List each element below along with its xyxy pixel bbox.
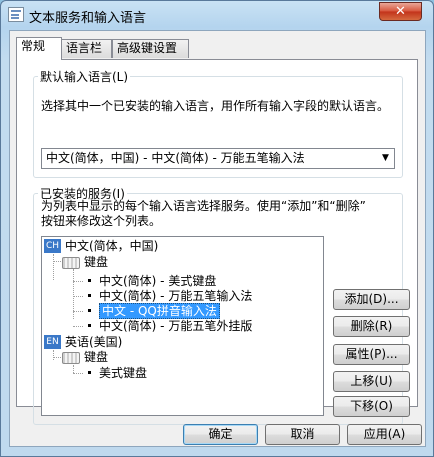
cancel-button[interactable]: 取消 — [265, 424, 340, 445]
tab-language-bar[interactable]: 语言栏 — [61, 39, 112, 58]
remove-button[interactable]: 删除(R) — [333, 316, 410, 337]
language-badge-en: EN — [44, 335, 61, 349]
add-button[interactable]: 添加(D)... — [333, 289, 410, 310]
tree-service-item[interactable]: 美式键盘 — [88, 365, 147, 381]
default-language-selected: 中文(简体，中国) - 中文(简体) - 万能五笔输入法 — [46, 151, 305, 165]
tree-language-chinese-label: 中文(简体，中国) — [65, 239, 159, 253]
keyboard-icon — [62, 257, 80, 269]
dialog-body: 常规 语言栏 高级键设置 默认输入语言(L) 选择其中一个已安装的输入语言，用作… — [9, 30, 426, 447]
installed-services-description-line1: 为列表中显示的每个输入语言选择服务。使用“添加”和“删除” — [41, 199, 366, 213]
default-language-group-title: 默认输入语言(L) — [38, 68, 131, 85]
services-tree[interactable]: CH 中文(简体，中国) 键盘 中文(简体) - 美式键盘 中文(简体) - 万能… — [41, 236, 324, 416]
tree-service-item[interactable]: 中文(简体) - 万能五笔外挂版 — [88, 318, 252, 334]
tree-keyboard-label: 键盘 — [84, 350, 109, 364]
language-badge-ch: CH — [44, 239, 61, 253]
tree-keyboard-label: 键盘 — [84, 255, 109, 269]
tree-service-item[interactable]: 中文(简体) - 美式键盘 — [88, 273, 216, 289]
tab-panel-general: 默认输入语言(L) 选择其中一个已安装的输入语言，用作所有输入字段的默认语言。 … — [16, 59, 418, 425]
bullet-icon — [88, 324, 91, 327]
apply-button[interactable]: 应用(A) — [347, 424, 422, 445]
bullet-icon — [88, 294, 91, 297]
tab-general[interactable]: 常规 — [16, 37, 62, 60]
tree-language-english[interactable]: EN 英语(美国) — [44, 334, 122, 350]
tab-advanced-key-settings[interactable]: 高级键设置 — [112, 39, 189, 58]
tree-service-item-selected[interactable]: 中文 - QQ拼音输入法 — [88, 303, 220, 319]
properties-button[interactable]: 属性(P)... — [333, 344, 410, 365]
dialog-window: 文本服务和输入语言 ✕ 常规 语言栏 高级键设置 默认输入语言(L) 选择其中一… — [0, 0, 434, 457]
installed-services-description-line2: 按钮来修改这个列表。 — [41, 214, 162, 228]
title-bar[interactable]: 文本服务和输入语言 ✕ — [1, 1, 433, 29]
default-language-description: 选择其中一个已安装的输入语言，用作所有输入字段的默认语言。 — [41, 99, 390, 113]
close-button[interactable]: ✕ — [379, 2, 422, 21]
tree-service-item[interactable]: 中文(简体) - 万能五笔输入法 — [88, 288, 252, 304]
bullet-icon — [88, 371, 91, 374]
default-language-dropdown[interactable]: 中文(简体，中国) - 中文(简体) - 万能五笔输入法 ▼ — [41, 148, 395, 169]
tree-language-english-label: 英语(美国) — [65, 335, 123, 349]
app-icon — [8, 7, 24, 22]
keyboard-icon — [62, 352, 80, 364]
window-title: 文本服务和输入语言 — [29, 11, 147, 26]
bullet-icon — [88, 309, 91, 312]
bullet-icon — [88, 279, 91, 282]
tree-keyboard-node-chinese[interactable]: 键盘 — [62, 254, 108, 270]
move-up-button[interactable]: 上移(U) — [333, 371, 410, 392]
chevron-down-icon[interactable]: ▼ — [377, 149, 394, 168]
move-down-button[interactable]: 下移(O) — [333, 396, 410, 417]
ok-button[interactable]: 确定 — [183, 424, 258, 445]
tree-language-chinese[interactable]: CH 中文(简体，中国) — [44, 238, 158, 254]
tree-keyboard-node-english[interactable]: 键盘 — [62, 349, 108, 365]
